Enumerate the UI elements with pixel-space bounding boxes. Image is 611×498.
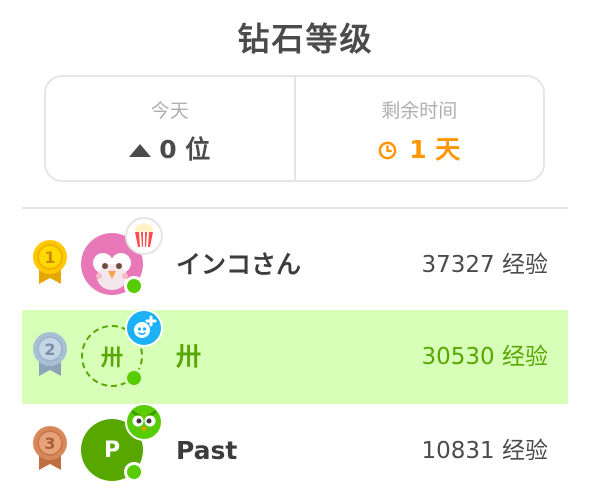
leaderboard-row-current-user[interactable]: 2 卅 卅 30530 经验: [22, 308, 568, 404]
duo-owl-icon: [125, 403, 163, 441]
remaining-time-label: 剩余时间: [381, 100, 458, 122]
today-value: 0 位: [159, 135, 211, 164]
medal-rank: 3: [44, 434, 55, 453]
player-xp: 30530 经验: [421, 344, 548, 370]
up-triangle-icon: [129, 143, 152, 157]
player-name: インコさん: [176, 250, 302, 279]
stats-card: 今天 0 位 剩余时间 1 天: [44, 75, 545, 182]
add-friend-icon[interactable]: [124, 308, 164, 348]
bronze-medal-icon: 3: [33, 426, 67, 470]
online-indicator: [124, 462, 144, 482]
today-label: 今天: [150, 100, 189, 122]
player-xp: 37327 经验: [421, 252, 548, 278]
online-indicator: [124, 368, 144, 388]
player-xp: 10831 经验: [421, 438, 548, 464]
remaining-time-value: 1 天: [409, 135, 461, 164]
popcorn-icon: [125, 217, 163, 255]
remaining-time-value-row: 1 天: [296, 135, 544, 165]
page-title: 钻石等级: [237, 20, 374, 58]
leaderboard-row[interactable]: 3 P Past 10831 经验: [22, 403, 568, 498]
leaderboard-row[interactable]: 1 インコさん 37327 经验: [22, 217, 568, 312]
medal-rank: 2: [44, 340, 55, 359]
medal-rank: 1: [44, 248, 55, 267]
online-indicator: [124, 276, 144, 296]
gold-medal-icon: 1: [33, 240, 67, 284]
section-divider: [22, 207, 568, 209]
today-stat: 今天 0 位: [46, 77, 294, 180]
today-value-row: 0 位: [46, 135, 294, 165]
clock-icon: [378, 141, 397, 159]
remaining-time-stat: 剩余时间 1 天: [293, 77, 544, 180]
silver-medal-icon: 2: [33, 332, 67, 376]
player-name: Past: [176, 436, 238, 465]
player-name: 卅: [176, 342, 202, 371]
